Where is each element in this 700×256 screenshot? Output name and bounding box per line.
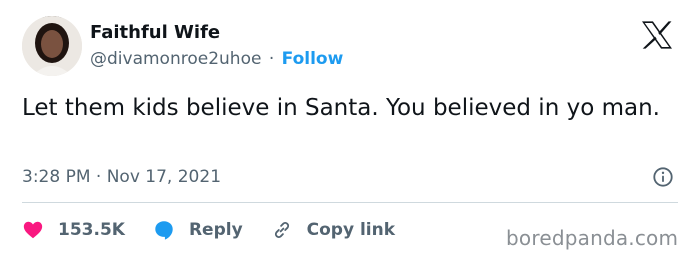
tweet-date: Nov 17, 2021 xyxy=(106,167,222,187)
tweet-text: Let them kids believe in Santa. You beli… xyxy=(22,95,660,121)
follow-button[interactable]: Follow xyxy=(282,49,344,69)
copy-link-label: Copy link xyxy=(306,220,396,240)
avatar[interactable] xyxy=(22,16,82,76)
avatar-image xyxy=(22,16,82,76)
tweet-timestamp[interactable]: 3:28 PM · Nov 17, 2021 xyxy=(22,166,221,188)
action-bar: 153.5K Reply Copy link xyxy=(22,218,423,242)
separator-dot: · xyxy=(268,49,275,69)
reply-button[interactable]: Reply xyxy=(153,219,243,241)
divider xyxy=(22,202,678,203)
x-logo-icon[interactable] xyxy=(640,20,674,50)
display-name[interactable]: Faithful Wife xyxy=(90,22,220,44)
reply-label: Reply xyxy=(188,220,243,240)
handle-row: @divamonroe2uhoe · Follow xyxy=(90,48,343,70)
watermark: boredpanda.com xyxy=(506,226,679,250)
like-button[interactable]: 153.5K xyxy=(22,219,125,241)
heart-icon xyxy=(23,221,43,239)
like-count: 153.5K xyxy=(58,220,125,240)
speech-bubble-icon xyxy=(155,221,173,240)
link-icon xyxy=(274,222,289,238)
copy-link-button[interactable]: Copy link xyxy=(271,219,395,241)
tweet-time: 3:28 PM xyxy=(22,167,91,187)
user-handle[interactable]: @divamonroe2uhoe xyxy=(90,49,261,69)
meta-separator: · xyxy=(95,167,102,187)
info-icon[interactable] xyxy=(652,166,674,188)
